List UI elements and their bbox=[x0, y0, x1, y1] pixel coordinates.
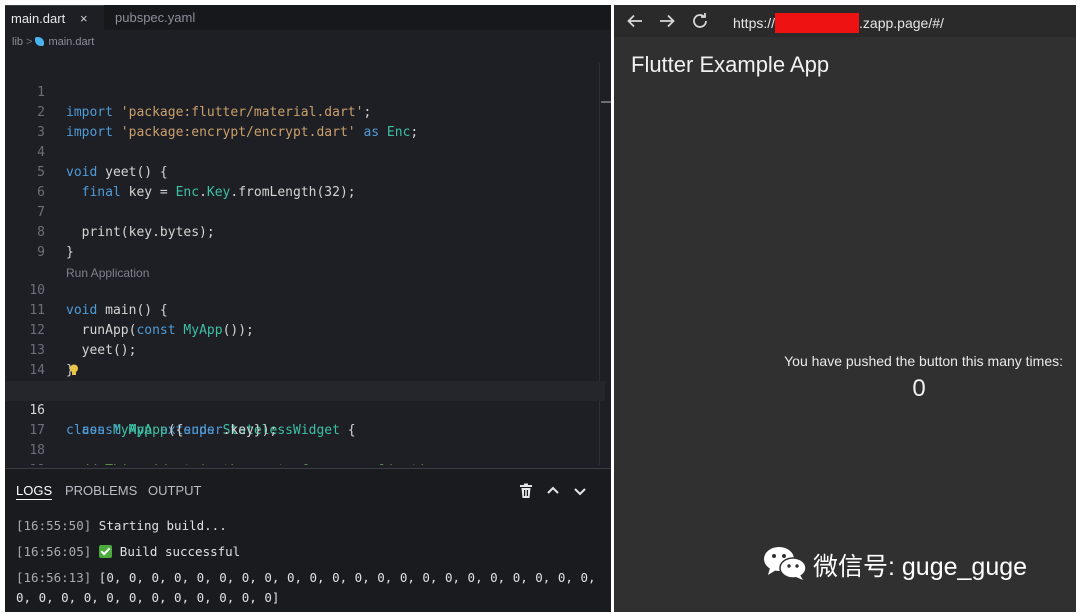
code-line: 14 bbox=[5, 341, 605, 378]
url-prefix: https:// bbox=[733, 15, 776, 31]
log-timestamp: [16:56:13] bbox=[16, 570, 92, 585]
breadcrumb-folder[interactable]: lib bbox=[12, 36, 23, 48]
code-line: 3 bbox=[5, 103, 605, 140]
code-line: 12 yeet(); bbox=[5, 301, 605, 358]
log-line: [16:55:50] Starting build... bbox=[16, 516, 227, 536]
tab-logs[interactable]: LOGS bbox=[16, 483, 53, 500]
log-message: Starting build... bbox=[98, 518, 227, 533]
back-arrow-icon[interactable] bbox=[626, 12, 644, 30]
dart-file-icon bbox=[35, 37, 45, 46]
code-line: 13 } bbox=[5, 321, 605, 378]
code-line: 18 // This widget is the root of your ap… bbox=[5, 421, 605, 465]
wechat-logo bbox=[764, 547, 807, 580]
watermark-text: 微信号: guge_guge bbox=[813, 553, 1028, 581]
log-message: Build successful bbox=[119, 544, 241, 559]
tab-label: pubspec.yaml bbox=[115, 10, 196, 25]
url-redaction bbox=[775, 13, 860, 33]
tab-label: main.dart bbox=[11, 11, 66, 26]
code-line: 4 void yeet() { bbox=[5, 123, 605, 180]
browser-preview: https:// .zapp.page/#/ Flutter Example Ap… bbox=[614, 5, 1076, 612]
code-line: 6 bbox=[5, 163, 605, 200]
code-line: 7 print(key.bytes); bbox=[5, 183, 605, 240]
url-suffix: .zapp.page/#/ bbox=[859, 15, 944, 31]
tab-problems[interactable]: PROBLEMS bbox=[65, 483, 137, 498]
code-area[interactable]: 1 import 'package:flutter/material.dart'… bbox=[5, 63, 611, 465]
forward-arrow-icon[interactable] bbox=[658, 12, 676, 30]
code-line: 20 Widget build(BuildContext context) { bbox=[5, 459, 605, 465]
app-title: Flutter Example App bbox=[631, 52, 830, 77]
code-line: 10 void main() { bbox=[5, 261, 605, 318]
tab-main-dart[interactable]: main.dart × bbox=[5, 5, 104, 30]
log-line: [16:56:13] [0, 0, 0, 0, 0, 0, 0, 0, 0, 0… bbox=[16, 568, 596, 588]
address-bar[interactable]: https:// .zapp.page/#/ bbox=[733, 13, 944, 33]
browser-toolbar: https:// .zapp.page/#/ bbox=[614, 5, 1076, 37]
tab-pubspec-yaml[interactable]: pubspec.yaml bbox=[109, 5, 229, 30]
chevron-up-icon[interactable] bbox=[545, 483, 561, 499]
log-message: 0, 0, 0, 0, 0, 0, 0, 0, 0, 0, 0, 0] bbox=[16, 590, 280, 605]
code-line: 15 class MyApp extends StatelessWidget { bbox=[5, 361, 605, 438]
breadcrumb-file[interactable]: main.dart bbox=[48, 36, 94, 48]
editor-tab-bar: main.dart × pubspec.yaml bbox=[5, 5, 611, 30]
counter-label: You have pushed the button this many tim… bbox=[784, 353, 1063, 369]
reload-icon[interactable] bbox=[691, 12, 709, 30]
code-line: 9 bbox=[5, 223, 605, 260]
code-line: 2 import 'package:encrypt/encrypt.dart' … bbox=[5, 83, 605, 140]
check-icon bbox=[98, 545, 112, 558]
code-editor: main.dart × pubspec.yaml lib > main.dart 1… bbox=[5, 5, 611, 612]
counter-value: 0 bbox=[912, 375, 926, 402]
log-timestamp: [16:56:05] bbox=[16, 544, 92, 559]
lightbulb-icon[interactable] bbox=[69, 364, 79, 376]
output-panel: LOGS PROBLEMS OUTPUT [16:55:50] Starting… bbox=[5, 468, 611, 612]
breadcrumb-separator: > bbox=[26, 36, 33, 48]
trash-icon[interactable] bbox=[518, 483, 534, 499]
log-line: [16:56:05] Build successful bbox=[16, 542, 240, 562]
code-line-current: 16 const MyApp({super.key}); bbox=[5, 381, 605, 438]
screenshot-frame: main.dart × pubspec.yaml lib > main.dart 1… bbox=[0, 0, 1080, 613]
log-message: [0, 0, 0, 0, 0, 0, 0, 0, 0, 0, 0, 0, 0, … bbox=[98, 570, 596, 585]
code-line: 5 final key = Enc.Key.fromLength(32); bbox=[5, 143, 605, 200]
log-line: 0, 0, 0, 0, 0, 0, 0, 0, 0, 0, 0, 0] bbox=[16, 588, 279, 608]
chevron-down-icon[interactable] bbox=[572, 483, 588, 499]
code-line: 11 runApp(const MyApp()); bbox=[5, 281, 605, 338]
code-line: 19 @override bbox=[5, 441, 605, 465]
code-line: 8 } bbox=[5, 203, 605, 260]
code-lens-line: Run Application bbox=[5, 243, 605, 280]
code-line: 1 import 'package:flutter/material.dart'… bbox=[5, 63, 605, 120]
tab-output[interactable]: OUTPUT bbox=[148, 483, 201, 498]
breadcrumb: lib > main.dart bbox=[12, 34, 94, 50]
close-icon[interactable]: × bbox=[80, 6, 88, 31]
log-timestamp: [16:55:50] bbox=[16, 518, 92, 533]
code-line: 17 bbox=[5, 401, 605, 438]
